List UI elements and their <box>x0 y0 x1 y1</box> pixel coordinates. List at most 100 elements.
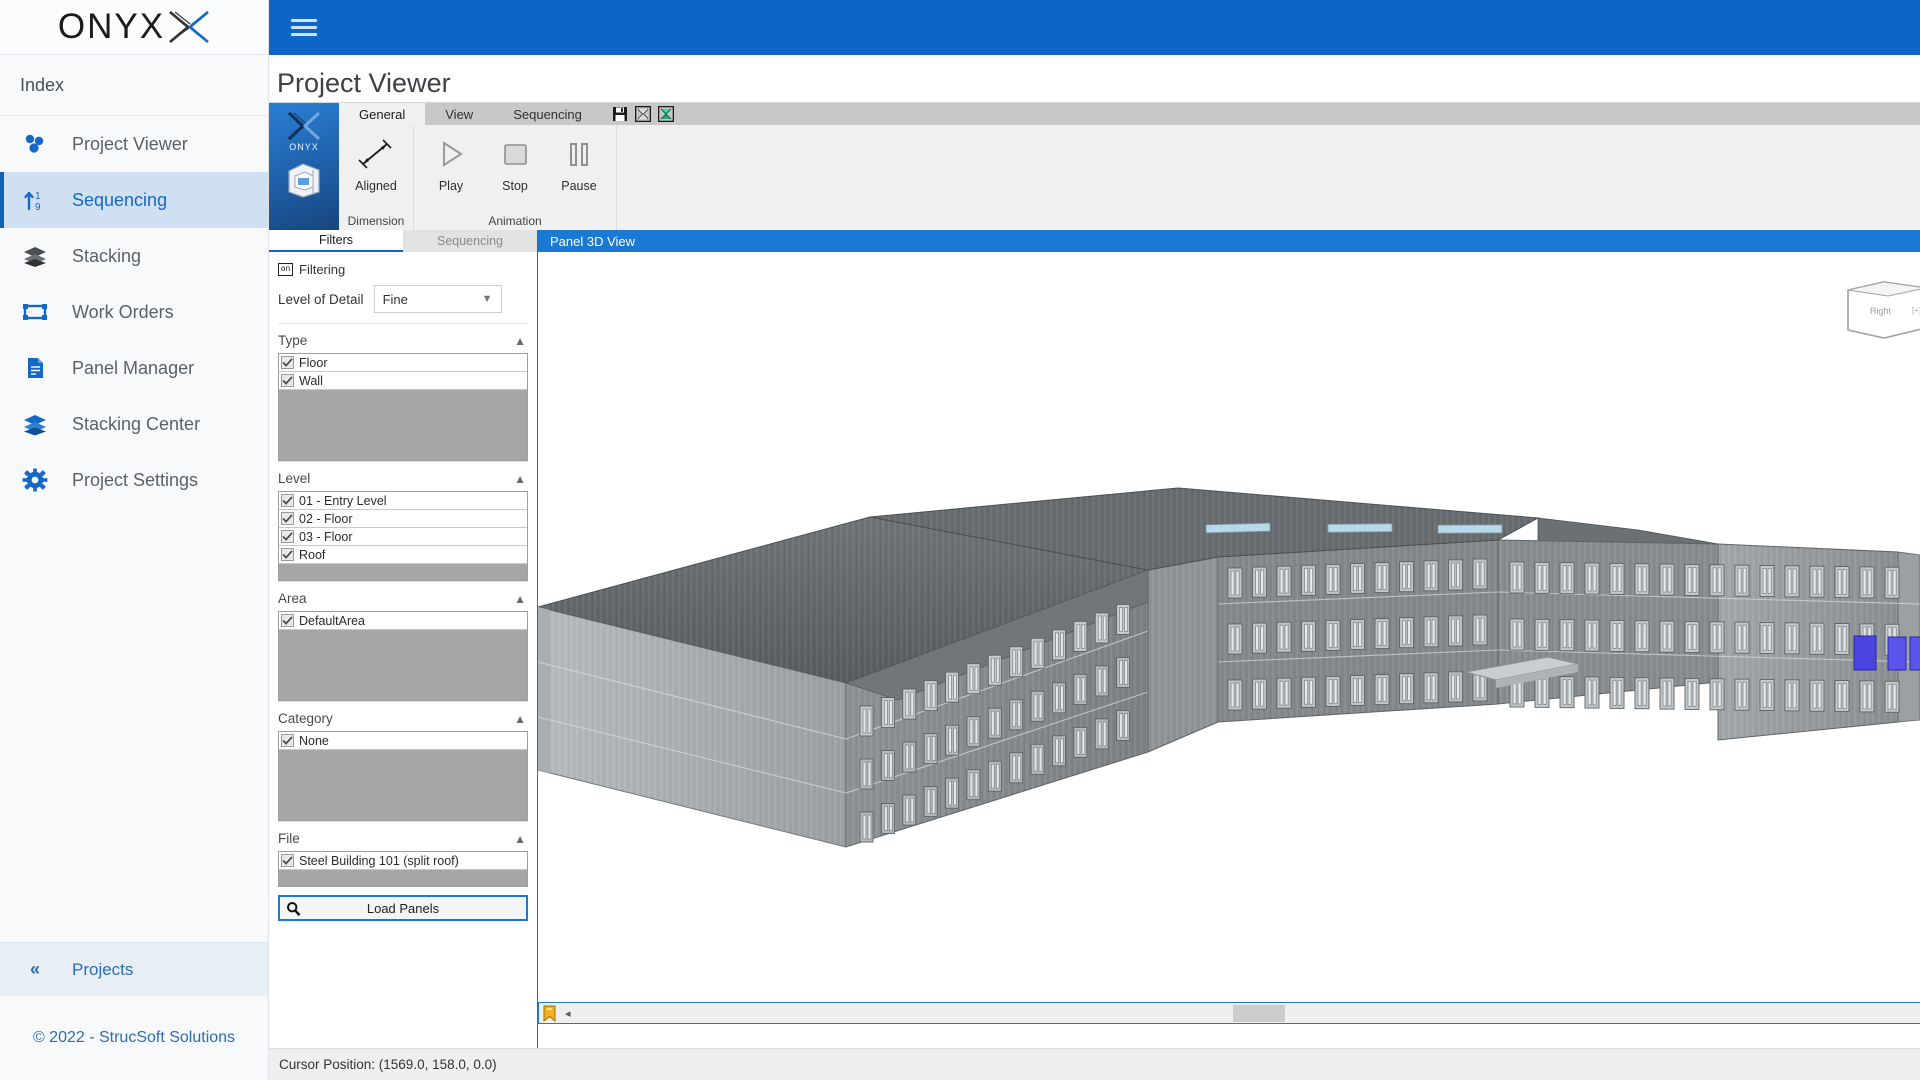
zoom-extents-icon[interactable] <box>635 106 651 122</box>
filter-item[interactable]: DefaultArea <box>279 612 527 630</box>
filter-section-header-category[interactable]: Category▲ <box>278 706 528 731</box>
sidebar-item-stacking[interactable]: Stacking <box>0 228 268 284</box>
ribbon-tab-sequencing[interactable]: Sequencing <box>493 103 602 125</box>
hamburger-icon[interactable] <box>291 14 317 40</box>
index-label: Index <box>20 75 64 96</box>
ribbon-tab-general[interactable]: General <box>339 103 425 125</box>
filter-section-title: File <box>278 831 300 846</box>
filter-item-label: Roof <box>299 548 325 562</box>
stop-button[interactable]: Stop <box>484 133 546 193</box>
level-of-detail-row: Level of Detail Fine ▼ <box>278 285 528 313</box>
filter-list-level: 01 - Entry Level 02 - Floor03 - Floor Roof <box>278 491 528 581</box>
checkbox[interactable] <box>281 854 294 867</box>
svg-text:9: 9 <box>35 202 41 212</box>
filter-item[interactable]: Floor <box>279 354 527 372</box>
filter-sections: Type▲FloorWallLevel▲01 - Entry Level02 -… <box>278 323 528 887</box>
checkbox[interactable] <box>281 548 294 561</box>
sidebar-item-project-viewer[interactable]: Project Viewer <box>0 116 268 172</box>
filter-item[interactable]: 02 - Floor <box>279 510 527 528</box>
load-panels-button[interactable]: Load Panels <box>278 895 528 921</box>
chevron-up-icon: ▲ <box>514 712 526 726</box>
bookmark-icon[interactable] <box>542 1005 557 1022</box>
sidebar-item-project-settings[interactable]: Project Settings <box>0 452 268 508</box>
checkbox[interactable] <box>281 614 294 627</box>
filter-section-header-area[interactable]: Area▲ <box>278 586 528 611</box>
filter-item-label: 01 - Entry Level <box>299 494 387 508</box>
view-cube[interactable]: Right [+] <box>1838 272 1920 348</box>
checkbox[interactable] <box>281 356 294 369</box>
sidebar-item-stacking-center[interactable]: Stacking Center <box>0 396 268 452</box>
onyx-app-button-label: ONYX <box>289 142 319 152</box>
filters-tab-filters[interactable]: Filters <box>269 230 403 252</box>
checkbox[interactable] <box>281 494 294 507</box>
filter-list-area: DefaultArea <box>278 611 528 701</box>
filter-item[interactable]: Wall <box>279 372 527 390</box>
checkbox[interactable] <box>281 530 294 543</box>
filters-tab-sequencing[interactable]: Sequencing <box>403 230 537 252</box>
ribbon-group-dimension: AlignedDimension <box>339 125 414 231</box>
sidebar-item-work-orders[interactable]: Work Orders <box>0 284 268 340</box>
layers-icon <box>20 242 50 270</box>
level-of-detail-select[interactable]: Fine ▼ <box>374 285 502 313</box>
ribbon-tab-view[interactable]: View <box>425 103 493 125</box>
filter-section-header-level[interactable]: Level▲ <box>278 466 528 491</box>
filter-item-label: Wall <box>299 374 323 388</box>
chevron-up-icon: ▲ <box>514 592 526 606</box>
stop-icon <box>499 137 531 171</box>
sidebar-item-panel-manager[interactable]: Panel Manager <box>0 340 268 396</box>
filter-item[interactable]: None <box>279 732 527 750</box>
filter-section-header-type[interactable]: Type▲ <box>278 328 528 353</box>
section-divider <box>278 323 528 324</box>
filter-section-title: Level <box>278 471 310 486</box>
tab-panel-3d-view[interactable]: Panel 3D View <box>538 230 647 252</box>
ribbon-group-animation: PlayStopPauseAnimation <box>414 125 617 231</box>
gear-icon <box>20 466 50 494</box>
filter-item-label: Steel Building 101 (split roof) <box>299 854 459 868</box>
checkbox[interactable] <box>281 734 294 747</box>
sidebar: ONYX Index Project Viewer19SequencingSta… <box>0 0 269 1080</box>
checkbox[interactable] <box>281 374 294 387</box>
sidebar-item-projects[interactable]: « Projects <box>0 942 268 996</box>
load-panels-label: Load Panels <box>280 901 526 916</box>
save-icon[interactable] <box>612 106 628 122</box>
chevron-down-icon: ▼ <box>482 293 493 305</box>
onyx-app-button[interactable]: ONYX <box>269 103 339 231</box>
pause-button[interactable]: Pause <box>548 133 610 193</box>
play-button[interactable]: Play <box>420 133 482 193</box>
play-left-icon[interactable]: ◂ <box>565 1007 571 1020</box>
chevron-up-icon: ▲ <box>514 334 526 348</box>
filter-item[interactable]: Steel Building 101 (split roof) <box>279 852 527 870</box>
sidebar-item-label: Project Settings <box>72 470 198 491</box>
projects-label: Projects <box>72 960 133 980</box>
filtering-label: Filtering <box>299 262 345 277</box>
ribbon-button-label: Aligned <box>355 179 397 193</box>
filter-item[interactable]: 01 - Entry Level <box>279 492 527 510</box>
3d-model-canvas[interactable]: Right [+] <box>538 252 1920 1002</box>
filtering-header: on Filtering <box>278 262 528 277</box>
ribbon-quick-access <box>602 103 674 125</box>
frame-icon <box>20 298 50 326</box>
filter-item[interactable]: 03 - Floor <box>279 528 527 546</box>
level-of-detail-value: Fine <box>383 292 408 307</box>
filter-toggle-icon[interactable]: on <box>278 263 293 276</box>
filter-item-label: Floor <box>299 356 327 370</box>
brand-logo: ONYX <box>0 0 268 55</box>
building-3d-render <box>538 252 1920 1002</box>
panel-cube-icon <box>283 159 325 199</box>
filter-list-type: Floor Wall <box>278 353 528 461</box>
filter-item[interactable]: Roof <box>279 546 527 564</box>
section-divider <box>278 821 528 822</box>
aligned-button[interactable]: Aligned <box>345 133 407 193</box>
ribbon-tab-strip: GeneralViewSequencing <box>339 103 1920 125</box>
checkbox[interactable] <box>281 512 294 525</box>
double-chevron-left-icon: « <box>20 959 50 980</box>
horizontal-scrollbar-thumb[interactable] <box>1233 1005 1285 1022</box>
level-of-detail-label: Level of Detail <box>278 292 364 307</box>
zoom-extents-green-icon[interactable] <box>658 106 674 122</box>
filter-section-header-file[interactable]: File▲ <box>278 826 528 851</box>
ribbon-group-items: Aligned <box>345 125 407 211</box>
sidebar-item-sequencing[interactable]: 19Sequencing <box>0 172 268 228</box>
filter-item-label: DefaultArea <box>299 614 365 628</box>
copyright-text: © 2022 - StrucSoft Solutions <box>0 996 268 1080</box>
section-divider <box>278 461 528 462</box>
